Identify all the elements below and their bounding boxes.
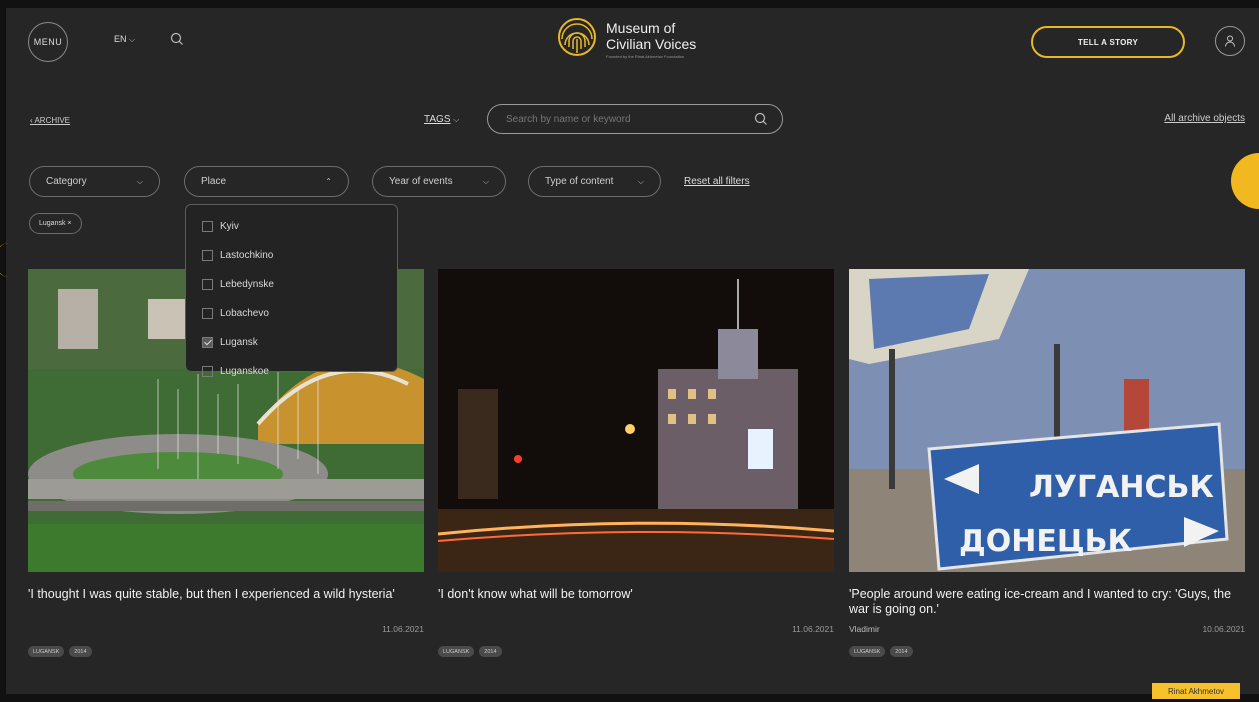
story-author[interactable]: Vladimir bbox=[849, 624, 880, 634]
checkbox[interactable] bbox=[202, 279, 213, 290]
archive-breadcrumb-link[interactable]: ‹ ARCHIVE bbox=[30, 116, 70, 125]
story-title[interactable]: 'I thought I was quite stable, but then … bbox=[28, 587, 424, 619]
place-option-label: Lobachevo bbox=[220, 308, 269, 319]
story-tag[interactable]: 2014 bbox=[890, 646, 913, 657]
tell-a-story-label: TELL A STORY bbox=[1077, 37, 1139, 47]
story-date: 11.06.2021 bbox=[792, 624, 834, 634]
year-filter[interactable]: Year of events ⌵ bbox=[372, 166, 506, 197]
place-option-label: Lebedynske bbox=[220, 279, 274, 290]
road-sign-line1: ЛУГАНСЬК bbox=[1029, 470, 1214, 505]
story-tag[interactable]: 2014 bbox=[479, 646, 502, 657]
active-filter-chip[interactable]: Lugansk × bbox=[29, 213, 82, 234]
checkbox-checked[interactable] bbox=[202, 337, 213, 348]
decorative-yellow-circle bbox=[1231, 153, 1259, 209]
content-type-filter[interactable]: Type of content ⌵ bbox=[528, 166, 661, 197]
search-input[interactable]: Search by name or keyword bbox=[487, 104, 783, 134]
place-filter-label: Place bbox=[201, 176, 227, 187]
search-icon[interactable] bbox=[170, 32, 184, 51]
chevron-up-icon: ⌃ bbox=[325, 177, 332, 186]
rinat-akhmetov-badge[interactable]: Rinat Akhmetov bbox=[1152, 683, 1240, 699]
place-option-lebedynske[interactable]: Lebedynske bbox=[186, 270, 397, 299]
language-label: EN bbox=[114, 34, 127, 44]
chevron-down-icon: ⌵ bbox=[136, 176, 143, 186]
checkbox[interactable] bbox=[202, 366, 213, 377]
tags-dropdown[interactable]: TAGS ⌵ bbox=[424, 114, 459, 125]
category-filter[interactable]: Category ⌵ bbox=[29, 166, 160, 197]
story-date: 10.06.2021 bbox=[1202, 624, 1245, 634]
logo-title-line1: Museum of bbox=[606, 19, 676, 36]
story-tag[interactable]: LUGANSK bbox=[28, 646, 65, 657]
chevron-down-icon: ⌵ bbox=[453, 115, 460, 124]
road-sign-line2: ДОНЕЦЬК bbox=[959, 524, 1133, 559]
place-option-lugansk[interactable]: Lugansk bbox=[186, 328, 397, 357]
tags-label: TAGS bbox=[424, 114, 451, 125]
place-filter[interactable]: Place ⌃ bbox=[184, 166, 349, 197]
logo-title-line2: Civilian Voices bbox=[606, 35, 697, 52]
checkbox[interactable] bbox=[202, 221, 213, 232]
place-option-label: Kyiv bbox=[220, 221, 239, 232]
chevron-down-icon: ⌵ bbox=[482, 176, 489, 186]
place-dropdown-menu: Kyiv Lastochkino Lebedynske Lobachevo Lu… bbox=[185, 204, 398, 377]
place-option-label: Luganskoe bbox=[220, 366, 269, 377]
story-card[interactable]: ЛУГАНСЬК ДОНЕЦЬК 'People around were eat… bbox=[849, 269, 1245, 657]
menu-button[interactable]: MENU bbox=[28, 22, 68, 62]
place-option-lastochkino[interactable]: Lastochkino bbox=[186, 241, 397, 270]
archive-link-label: ARCHIVE bbox=[34, 116, 71, 125]
fingerprint-logo-icon bbox=[558, 18, 596, 56]
language-selector[interactable]: EN ⌵ bbox=[114, 34, 135, 45]
user-icon bbox=[1225, 35, 1235, 47]
checkbox[interactable] bbox=[202, 250, 213, 261]
place-option-kyiv[interactable]: Kyiv bbox=[186, 212, 397, 241]
place-option-label: Lugansk bbox=[220, 337, 258, 348]
year-filter-label: Year of events bbox=[389, 176, 453, 187]
site-logo[interactable]: Museum of Civilian Voices Founded by the… bbox=[556, 17, 696, 61]
story-card[interactable]: 'I don't know what will be tomorrow' 11.… bbox=[438, 269, 834, 657]
story-tag[interactable]: 2014 bbox=[69, 646, 92, 657]
place-option-luganskoe[interactable]: Luganskoe bbox=[186, 357, 397, 386]
tell-a-story-button[interactable]: TELL A STORY bbox=[1031, 26, 1185, 58]
story-image-night-street[interactable] bbox=[438, 269, 834, 572]
category-filter-label: Category bbox=[46, 176, 87, 187]
search-icon[interactable] bbox=[754, 112, 768, 129]
logo-subtitle: Founded by the Rinat Akhmetov Foundation bbox=[606, 53, 685, 59]
chevron-down-icon: ⌵ bbox=[129, 35, 136, 44]
story-date: 11.06.2021 bbox=[382, 624, 424, 634]
all-archive-objects-link[interactable]: All archive objects bbox=[1164, 113, 1245, 124]
story-tag[interactable]: LUGANSK bbox=[438, 646, 475, 657]
story-image-road-sign[interactable]: ЛУГАНСЬК ДОНЕЦЬК bbox=[849, 269, 1245, 572]
story-tag[interactable]: LUGANSK bbox=[849, 646, 886, 657]
decorative-yellow-arc bbox=[0, 243, 24, 277]
story-title[interactable]: 'I don't know what will be tomorrow' bbox=[438, 587, 834, 619]
place-option-label: Lastochkino bbox=[220, 250, 274, 261]
content-type-filter-label: Type of content bbox=[545, 176, 614, 187]
search-placeholder: Search by name or keyword bbox=[506, 114, 631, 125]
chevron-down-icon: ⌵ bbox=[637, 176, 644, 186]
menu-label: MENU bbox=[33, 37, 63, 47]
place-option-lobachevo[interactable]: Lobachevo bbox=[186, 299, 397, 328]
story-title[interactable]: 'People around were eating ice-cream and… bbox=[849, 587, 1245, 619]
checkbox[interactable] bbox=[202, 308, 213, 319]
reset-filters-link[interactable]: Reset all filters bbox=[684, 176, 750, 187]
user-account-button[interactable] bbox=[1215, 26, 1245, 56]
